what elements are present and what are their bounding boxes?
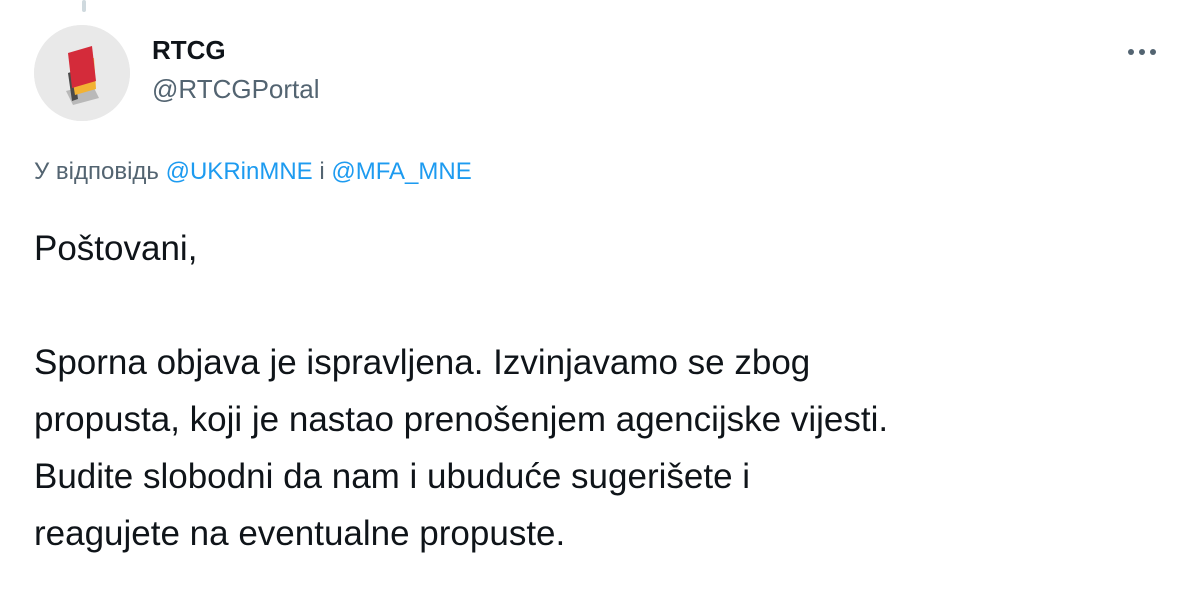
mention-link-mfa-mne[interactable]: @MFA_MNE — [331, 158, 471, 185]
rtcg-logo-icon — [34, 25, 130, 121]
avatar[interactable] — [34, 25, 130, 121]
more-horizontal-icon — [1128, 49, 1156, 55]
mention-link-ukrinmne[interactable]: @UKRinMNE — [166, 158, 313, 185]
reply-prefix: У відповідь — [34, 158, 159, 185]
tweet-line: reagujete na eventualne propuste. — [34, 514, 566, 553]
tweet-text: Poštovani, Sporna objava je ispravljena.… — [34, 220, 1174, 562]
tweet-line: Budite slobodni da nam i ubuduće sugeriš… — [34, 457, 751, 496]
more-options-button[interactable] — [1120, 34, 1164, 70]
thread-connector-line — [82, 0, 86, 12]
reply-connector: і — [319, 158, 325, 185]
tweet-line: Sporna objava je ispravljena. Izvinjavam… — [34, 343, 811, 382]
replying-to-line: У відповідь @UKRinMNE і @MFA_MNE — [34, 155, 472, 189]
tweet-greeting: Poštovani, — [34, 229, 198, 268]
author-display-name[interactable]: RTCG — [152, 34, 226, 66]
author-handle[interactable]: @RTCGPortal — [152, 73, 320, 105]
tweet-line: propusta, koji je nastao prenošenjem age… — [34, 400, 889, 439]
